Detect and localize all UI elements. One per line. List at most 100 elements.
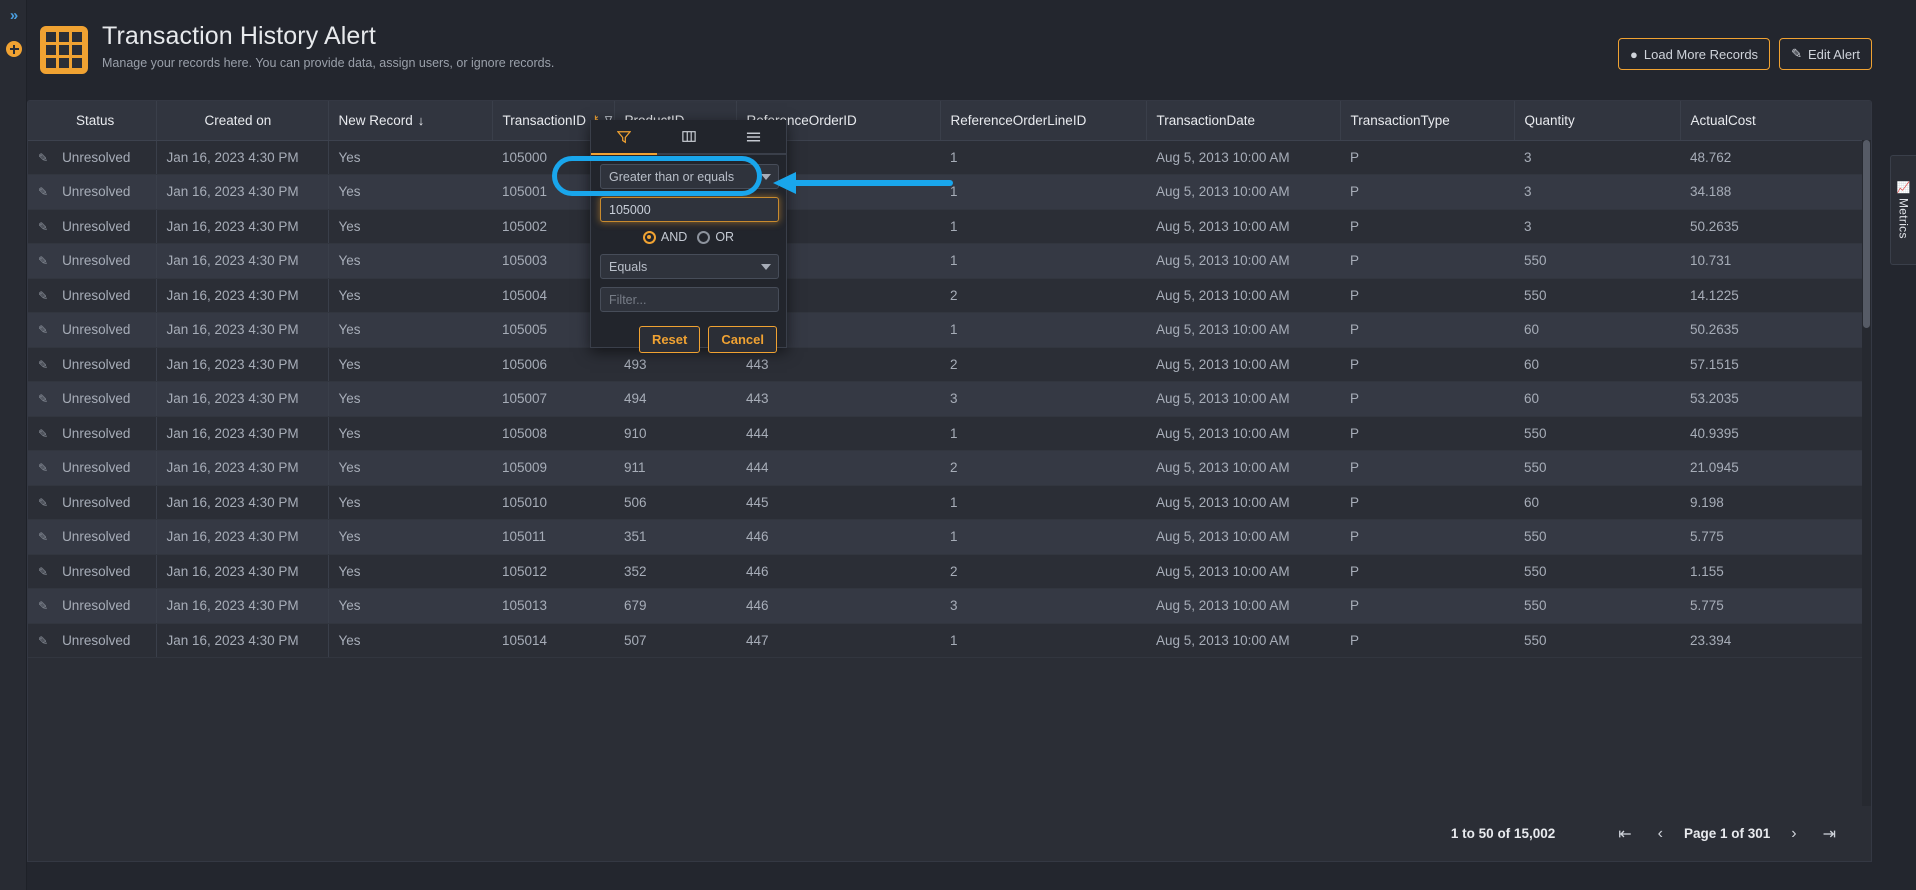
cell-actual_cost: 21.0945 bbox=[1680, 450, 1871, 486]
edit-alert-button[interactable]: ✎ Edit Alert bbox=[1779, 38, 1872, 70]
pencil-icon[interactable]: ✎ bbox=[38, 323, 48, 337]
cell-transaction_type: P bbox=[1340, 174, 1514, 210]
table-row[interactable]: ✎ Unresolved Jan 16, 2023 4:30 PM Yes 105005… bbox=[28, 312, 1871, 348]
cell-new_record: Yes bbox=[328, 140, 492, 175]
condition1-operator-value: Greater than or equals bbox=[609, 169, 735, 184]
page-number-label: Page 1 of 301 bbox=[1683, 826, 1771, 841]
pencil-icon[interactable]: ✎ bbox=[38, 496, 48, 510]
table-row[interactable]: ✎ Unresolved Jan 16, 2023 4:30 PM Yes 105012… bbox=[28, 554, 1871, 589]
cell-status-text: Unresolved bbox=[62, 218, 131, 234]
logic-or-radio[interactable] bbox=[697, 230, 711, 244]
cell-transaction_date: Aug 5, 2013 10:00 AM bbox=[1146, 140, 1340, 175]
condition1-value-input[interactable]: 105000 bbox=[600, 197, 779, 222]
prev-page-button[interactable]: ‹ bbox=[1645, 825, 1676, 843]
table-row[interactable]: ✎ Unresolved Jan 16, 2023 4:30 PM Yes 105011… bbox=[28, 519, 1871, 555]
chevron-double-right-icon[interactable]: » bbox=[4, 6, 24, 26]
cell-status: ✎ Unresolved bbox=[28, 209, 157, 244]
column-header-transaction_type[interactable]: TransactionType bbox=[1340, 101, 1515, 141]
column-header-transaction_date[interactable]: TransactionDate bbox=[1146, 101, 1341, 141]
last-page-button[interactable]: ⇥ bbox=[1810, 824, 1849, 844]
cancel-filter-button[interactable]: Cancel bbox=[708, 326, 777, 353]
first-page-button[interactable]: ⇤ bbox=[1605, 824, 1644, 844]
cell-quantity: 60 bbox=[1514, 312, 1680, 348]
cell-actual_cost: 48.762 bbox=[1680, 140, 1871, 175]
cell-transaction_date: Aug 5, 2013 10:00 AM bbox=[1146, 554, 1340, 589]
cell-reference_order_line_id: 1 bbox=[940, 140, 1146, 175]
table-row[interactable]: ✎ Unresolved Jan 16, 2023 4:30 PM Yes 105014… bbox=[28, 623, 1871, 658]
metrics-tab-label: Metrics bbox=[1896, 198, 1911, 239]
table-row[interactable]: ✎ Unresolved Jan 16, 2023 4:30 PM Yes 105007… bbox=[28, 381, 1871, 417]
condition1-operator-select[interactable]: Greater than or equals bbox=[600, 164, 779, 189]
pencil-icon[interactable]: ✎ bbox=[38, 220, 48, 234]
column-header-actual_cost[interactable]: ActualCost bbox=[1680, 101, 1871, 141]
grid-vertical-scrollbar[interactable] bbox=[1862, 140, 1871, 852]
cell-status-text: Unresolved bbox=[62, 322, 131, 338]
cell-transaction_type: P bbox=[1340, 381, 1514, 417]
cell-created_on: Jan 16, 2023 4:30 PM bbox=[156, 243, 329, 279]
table-row[interactable]: ✎ Unresolved Jan 16, 2023 4:30 PM Yes 105006… bbox=[28, 347, 1871, 382]
cell-actual_cost: 50.2635 bbox=[1680, 312, 1871, 348]
cell-status-text: Unresolved bbox=[62, 287, 131, 303]
menu-tab[interactable] bbox=[721, 120, 786, 153]
column-header-created_on[interactable]: Created on bbox=[156, 101, 329, 141]
cell-product_id: 910 bbox=[614, 416, 736, 451]
pencil-icon[interactable]: ✎ bbox=[38, 634, 48, 648]
cell-reference_order_line_id: 1 bbox=[940, 623, 1146, 658]
pencil-icon[interactable]: ✎ bbox=[38, 461, 48, 475]
pencil-icon[interactable]: ✎ bbox=[38, 530, 48, 544]
cell-transaction_date: Aug 5, 2013 10:00 AM bbox=[1146, 312, 1340, 348]
logic-or-label: OR bbox=[715, 230, 735, 244]
table-row[interactable]: ✎ Unresolved Jan 16, 2023 4:30 PM Yes 105003… bbox=[28, 243, 1871, 279]
pencil-icon[interactable]: ✎ bbox=[38, 289, 48, 303]
table-row[interactable]: ✎ Unresolved Jan 16, 2023 4:30 PM Yes 105009… bbox=[28, 450, 1871, 486]
pencil-icon[interactable]: ✎ bbox=[38, 254, 48, 268]
column-header-new_record[interactable]: New Record ↓ bbox=[328, 101, 493, 141]
table-header-row: Status Created on New Record ↓ TransactionID… bbox=[28, 101, 1871, 141]
logic-and-radio[interactable] bbox=[642, 230, 656, 244]
table-row[interactable]: ✎ Unresolved Jan 16, 2023 4:30 PM Yes 105013… bbox=[28, 588, 1871, 624]
cell-status: ✎ Unresolved bbox=[28, 554, 157, 589]
pencil-icon[interactable]: ✎ bbox=[38, 358, 48, 372]
cell-reference_order_line_id: 1 bbox=[940, 519, 1146, 555]
filter-tab[interactable] bbox=[591, 120, 656, 153]
cell-status: ✎ Unresolved bbox=[28, 588, 157, 624]
pencil-icon[interactable]: ✎ bbox=[38, 427, 48, 441]
pencil-icon[interactable]: ✎ bbox=[38, 151, 48, 165]
table-row[interactable]: ✎ Unresolved Jan 16, 2023 4:30 PM Yes 105004… bbox=[28, 278, 1871, 313]
table-row[interactable]: ✎ Unresolved Jan 16, 2023 4:30 PM Yes 105000… bbox=[28, 140, 1871, 175]
column-header-quantity[interactable]: Quantity bbox=[1514, 101, 1681, 141]
logic-and-option[interactable]: AND bbox=[642, 230, 687, 244]
pencil-icon[interactable]: ✎ bbox=[38, 392, 48, 406]
columns-tab[interactable] bbox=[656, 120, 721, 153]
column-header-status[interactable]: Status bbox=[28, 101, 157, 141]
cell-actual_cost: 14.1225 bbox=[1680, 278, 1871, 313]
cell-transaction_type: P bbox=[1340, 312, 1514, 348]
pencil-icon[interactable]: ✎ bbox=[38, 565, 48, 579]
logic-or-option[interactable]: OR bbox=[697, 230, 734, 244]
next-page-button[interactable]: › bbox=[1778, 825, 1809, 843]
table-row[interactable]: ✎ Unresolved Jan 16, 2023 4:30 PM Yes 105001… bbox=[28, 174, 1871, 210]
table-row[interactable]: ✎ Unresolved Jan 16, 2023 4:30 PM Yes 105008… bbox=[28, 416, 1871, 451]
table-row[interactable]: ✎ Unresolved Jan 16, 2023 4:30 PM Yes 105010… bbox=[28, 485, 1871, 520]
column-header-label: Status bbox=[76, 112, 115, 128]
pencil-icon[interactable]: ✎ bbox=[38, 185, 48, 199]
reset-filter-button[interactable]: Reset bbox=[638, 326, 701, 353]
pencil-icon[interactable]: ✎ bbox=[38, 599, 48, 613]
cell-created_on: Jan 16, 2023 4:30 PM bbox=[156, 623, 329, 658]
condition2-value-input[interactable]: Filter... bbox=[600, 287, 779, 312]
metrics-side-tab[interactable]: 📈 Metrics bbox=[1890, 155, 1916, 265]
cell-created_on: Jan 16, 2023 4:30 PM bbox=[156, 450, 329, 486]
cell-created_on: Jan 16, 2023 4:30 PM bbox=[156, 278, 329, 313]
condition2-operator-select[interactable]: Equals bbox=[600, 254, 779, 279]
cell-new_record: Yes bbox=[328, 174, 492, 210]
plus-circle-icon[interactable] bbox=[6, 41, 22, 57]
cell-status: ✎ Unresolved bbox=[28, 278, 157, 313]
cell-status: ✎ Unresolved bbox=[28, 519, 157, 555]
cell-created_on: Jan 16, 2023 4:30 PM bbox=[156, 519, 329, 555]
cell-new_record: Yes bbox=[328, 209, 492, 244]
main-content: Transaction History Alert Manage your re… bbox=[27, 0, 1916, 890]
load-more-records-button[interactable]: ● Load More Records bbox=[1618, 38, 1771, 70]
column-header-reference_order_line_id[interactable]: ReferenceOrderLineID bbox=[940, 101, 1147, 141]
table-row[interactable]: ✎ Unresolved Jan 16, 2023 4:30 PM Yes 105002… bbox=[28, 209, 1871, 244]
cell-transaction_type: P bbox=[1340, 347, 1514, 382]
